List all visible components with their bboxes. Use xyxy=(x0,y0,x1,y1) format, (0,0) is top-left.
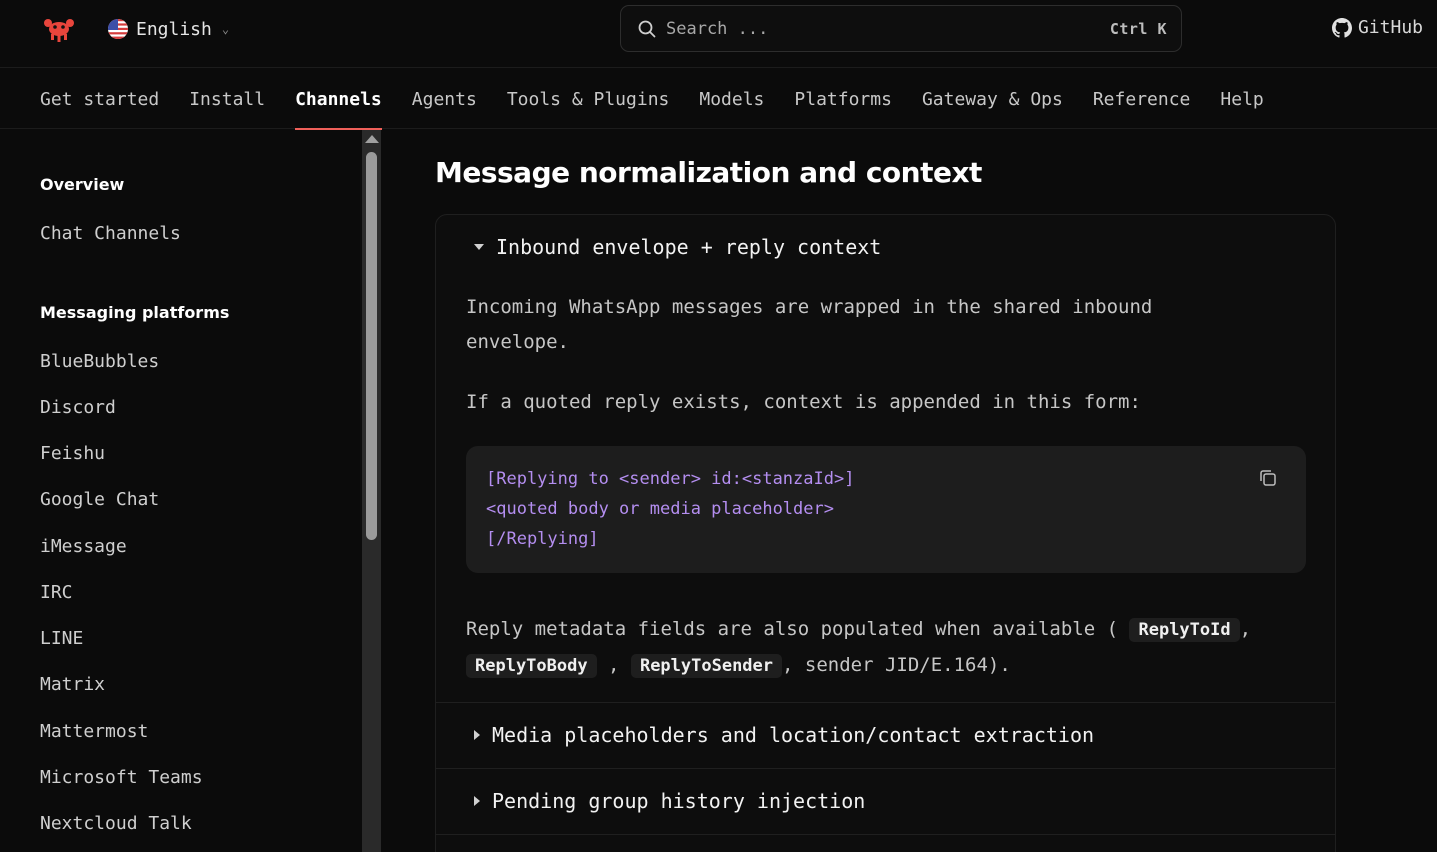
tab-platforms[interactable]: Platforms xyxy=(794,69,892,129)
crab-logo-icon[interactable] xyxy=(42,15,76,43)
paragraph-reply-metadata: Reply metadata fields are also populated… xyxy=(466,612,1326,684)
paragraph-line: Incoming WhatsApp messages are wrapped i… xyxy=(466,296,1153,318)
accordion-divider xyxy=(436,768,1335,769)
tab-gateway-ops[interactable]: Gateway & Ops xyxy=(922,69,1063,129)
paragraph-text: , sender JID/E.164). xyxy=(782,654,1011,676)
sidebar-item-google-chat[interactable]: Google Chat xyxy=(40,489,159,510)
paragraph-text: , xyxy=(608,654,620,676)
github-label: GitHub xyxy=(1357,17,1423,38)
caret-down-icon xyxy=(474,244,484,250)
main-nav: Get started Install Channels Agents Tool… xyxy=(0,69,1437,130)
paragraph-envelope: Incoming WhatsApp messages are wrapped i… xyxy=(466,290,1152,360)
language-label: English xyxy=(136,18,212,40)
accordion-divider xyxy=(436,834,1335,835)
accordion-title: Inbound envelope + reply context xyxy=(496,235,882,259)
tab-channels[interactable]: Channels xyxy=(295,69,382,130)
sidebar-item-discord[interactable]: Discord xyxy=(40,397,116,418)
accordion-title: Pending group history injection xyxy=(492,789,866,813)
chevron-down-icon: ⌄ xyxy=(221,22,230,36)
caret-right-icon xyxy=(474,796,480,806)
inline-code-replytosender: ReplyToSender xyxy=(630,654,783,678)
accordion-group: Inbound envelope + reply context Incomin… xyxy=(435,214,1336,852)
code-line: [Replying to <sender> id:<stanzaId>] xyxy=(486,469,855,489)
tab-help[interactable]: Help xyxy=(1220,69,1263,129)
language-selector[interactable]: English ⌄ xyxy=(108,17,229,41)
accordion-title: Media placeholders and location/contact … xyxy=(492,723,1095,747)
paragraph-text: Reply metadata fields are also populated… xyxy=(466,618,1119,640)
search-icon xyxy=(638,20,656,37)
scroll-up-arrow-icon[interactable] xyxy=(365,135,379,143)
search-shortcut: Ctrl K xyxy=(1109,19,1167,38)
caret-right-icon xyxy=(474,730,480,740)
code-block: [Replying to <sender> id:<stanzaId>] <qu… xyxy=(466,446,1306,573)
tab-reference[interactable]: Reference xyxy=(1093,69,1191,129)
sidebar-scrollbar-thumb[interactable] xyxy=(366,152,377,540)
inline-code-replytoid: ReplyToId xyxy=(1129,618,1240,642)
code-line: <quoted body or media placeholder> xyxy=(486,499,834,519)
accordion-header-media-placeholders[interactable]: Media placeholders and location/contact … xyxy=(474,723,1094,747)
inline-code-replytobody: ReplyToBody xyxy=(466,654,597,678)
sidebar-item-imessage[interactable]: iMessage xyxy=(40,536,127,557)
copy-icon[interactable] xyxy=(1258,468,1278,488)
sidebar-item-nextcloud-talk[interactable]: Nextcloud Talk xyxy=(40,813,192,834)
accordion-header-inbound-envelope[interactable]: Inbound envelope + reply context xyxy=(474,235,881,259)
sidebar-item-mattermost[interactable]: Mattermost xyxy=(40,721,148,742)
search-placeholder: Search ... xyxy=(666,18,769,39)
us-flag-icon xyxy=(108,19,128,39)
sidebar: Overview Chat Channels Messaging platfor… xyxy=(0,130,382,852)
sidebar-item-irc[interactable]: IRC xyxy=(40,582,73,603)
accordion-header-pending-group-history[interactable]: Pending group history injection xyxy=(474,789,865,813)
tab-models[interactable]: Models xyxy=(699,69,764,129)
code-line: [/Replying] xyxy=(486,529,599,549)
paragraph-quoted-reply: If a quoted reply exists, context is app… xyxy=(466,391,1141,413)
section-heading: Message normalization and context xyxy=(435,156,982,189)
paragraph-text: , xyxy=(1239,618,1252,640)
sidebar-item-microsoft-teams[interactable]: Microsoft Teams xyxy=(40,767,203,788)
tab-get-started[interactable]: Get started xyxy=(40,69,159,129)
sidebar-section-messaging-platforms: Messaging platforms xyxy=(40,303,230,322)
tab-tools-plugins[interactable]: Tools & Plugins xyxy=(507,69,670,129)
sidebar-section-overview: Overview xyxy=(40,175,125,194)
tab-agents[interactable]: Agents xyxy=(412,69,477,129)
sidebar-item-chat-channels[interactable]: Chat Channels xyxy=(40,223,181,244)
tab-install[interactable]: Install xyxy=(189,69,265,129)
top-bar: English ⌄ Search ... Ctrl K GitHub xyxy=(0,0,1437,68)
github-link[interactable]: GitHub xyxy=(1331,17,1423,38)
sidebar-item-matrix[interactable]: Matrix xyxy=(40,674,105,695)
paragraph-line: envelope. xyxy=(466,331,569,353)
github-icon xyxy=(1331,17,1352,38)
sidebar-item-line[interactable]: LINE xyxy=(40,628,83,649)
sidebar-item-bluebubbles[interactable]: BlueBubbles xyxy=(40,351,159,372)
accordion-divider xyxy=(436,702,1335,703)
search-box[interactable]: Search ... Ctrl K xyxy=(620,5,1182,52)
sidebar-item-feishu[interactable]: Feishu xyxy=(40,443,105,464)
